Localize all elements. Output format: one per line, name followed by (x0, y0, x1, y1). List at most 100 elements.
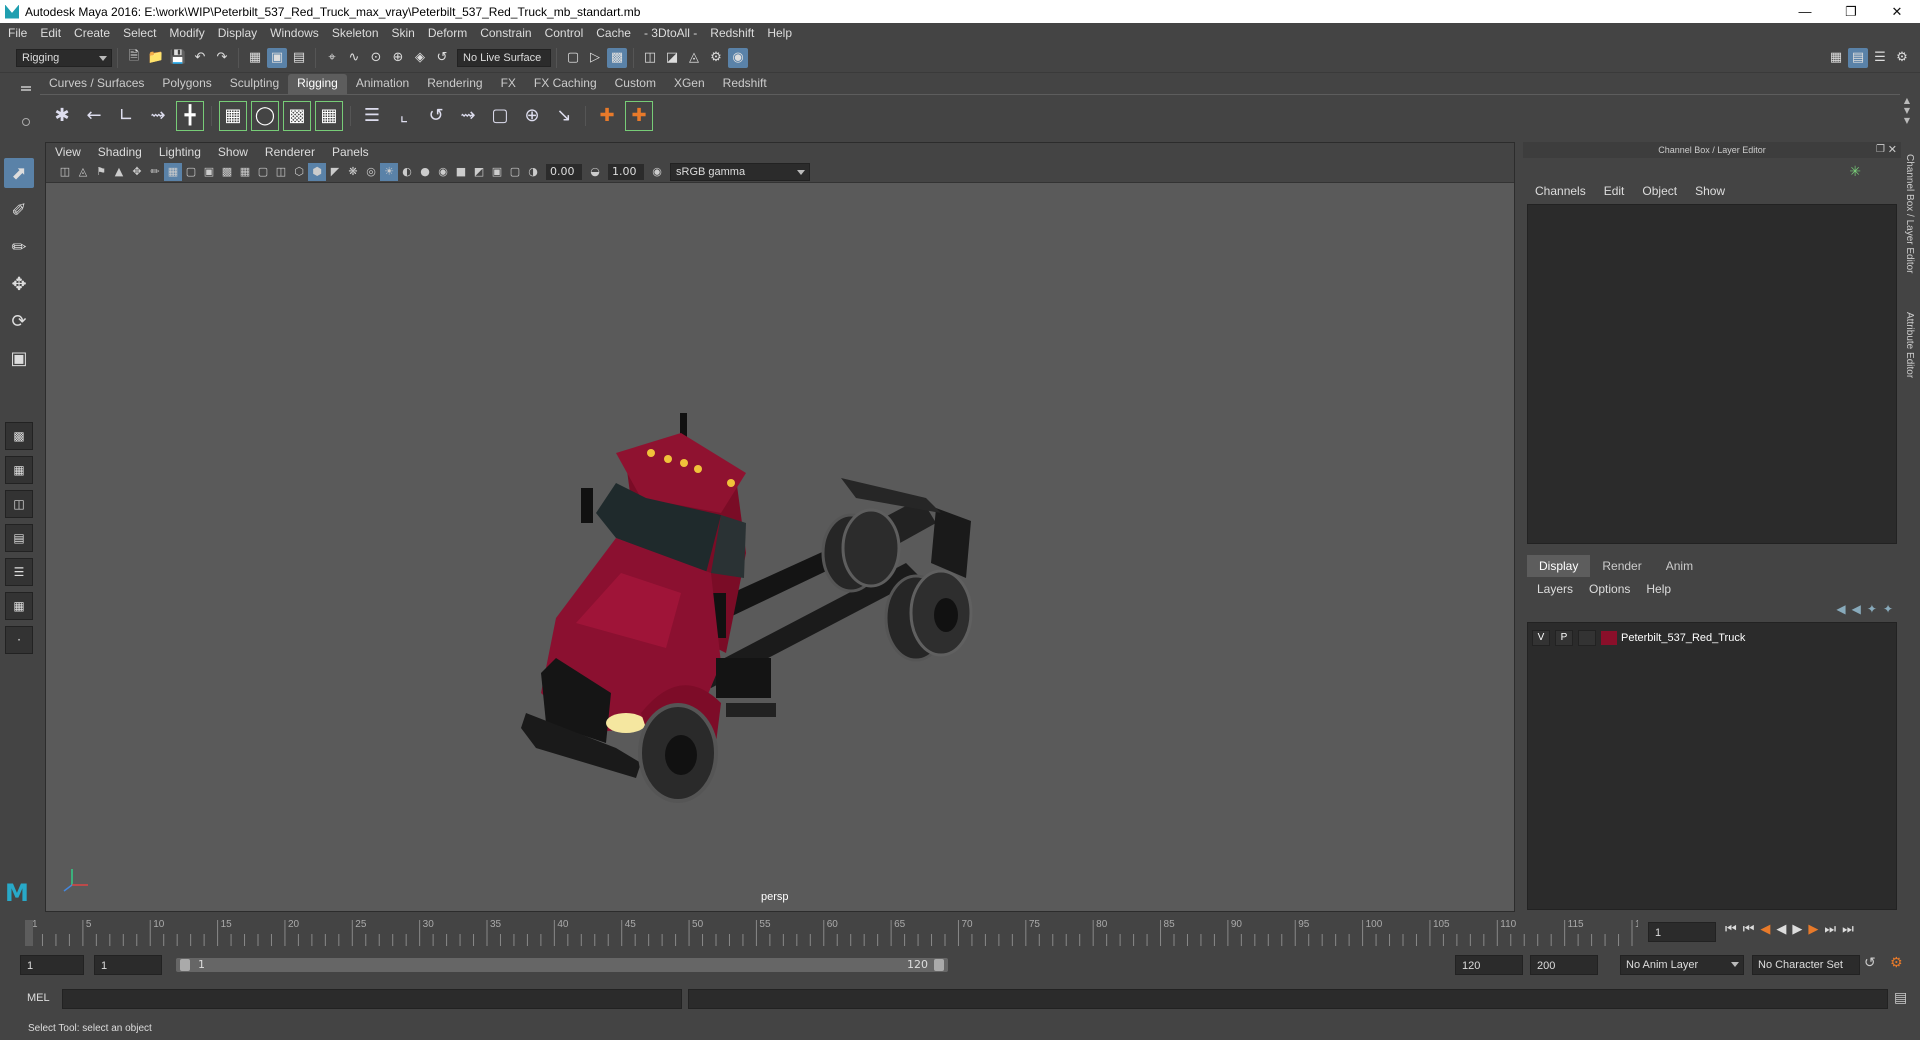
exposure-icon[interactable]: ◑ (524, 163, 542, 181)
safe-title-icon[interactable]: ◫ (272, 163, 290, 181)
current-time-marker[interactable] (25, 920, 33, 946)
menu-3dtoall[interactable]: - 3DtoAll - (644, 26, 697, 40)
single-pane-layout-icon[interactable]: ▩ (5, 422, 33, 450)
scale-tool-icon[interactable]: ▣ (4, 343, 34, 373)
interactive-bind-icon[interactable]: ◯ (251, 100, 279, 131)
hypershade-layout-icon[interactable]: ▦ (5, 592, 33, 620)
scale-constraint-icon[interactable]: ▢ (486, 101, 514, 131)
time-slider[interactable]: 1 5 10 15 20 25 30 35 40 45 50 55 60 65 70 75 80 85 90 95 10… (20, 914, 1638, 946)
restore-icon[interactable]: ❐ (1828, 0, 1874, 23)
command-input[interactable] (62, 989, 682, 1009)
gamma-field[interactable]: 1.00 (608, 163, 644, 180)
side-tab-channel-box[interactable]: Channel Box / Layer Editor (1904, 154, 1915, 274)
play-backward-icon[interactable]: ◀ (1776, 922, 1786, 937)
vp-menu-lighting[interactable]: Lighting (159, 145, 201, 159)
select-component-icon[interactable]: ▤ (289, 48, 309, 68)
axis-gizmo-icon[interactable]: ✳ (1849, 164, 1861, 180)
cb-menu-edit[interactable]: Edit (1604, 184, 1625, 198)
shelf-settings-icon[interactable] (22, 118, 30, 126)
tab-rendering[interactable]: Rendering (418, 74, 491, 94)
auto-key-icon[interactable]: ↺ (1864, 955, 1876, 971)
snap-grid-icon[interactable]: ⌖ (322, 48, 342, 68)
aim-constraint-icon[interactable]: ⊕ (518, 101, 546, 131)
tab-anim[interactable]: Anim (1654, 555, 1705, 577)
cb-menu-channels[interactable]: Channels (1535, 184, 1586, 198)
vp-menu-panels[interactable]: Panels (332, 145, 369, 159)
close-icon[interactable]: ✕ (1874, 0, 1920, 23)
go-to-start-icon[interactable]: ⏮ (1725, 922, 1737, 937)
orient-constraint-icon[interactable]: ↺ (422, 101, 450, 131)
step-forward-icon[interactable]: ⏭ (1824, 922, 1836, 937)
snap-surface-icon[interactable]: ◈ (410, 48, 430, 68)
channel-box-toggle-icon[interactable]: ⚙ (1892, 48, 1912, 68)
menu-cache[interactable]: Cache (596, 26, 631, 40)
joint-tool-icon[interactable]: ✱ (48, 101, 76, 131)
ik-spline-icon[interactable]: ⇝ (144, 101, 172, 131)
cb-menu-object[interactable]: Object (1642, 184, 1677, 198)
cross-icon[interactable]: ✚ (593, 101, 621, 131)
use-all-lights-icon[interactable]: ☀ (380, 162, 398, 181)
step-back-key-icon[interactable]: ◀ (1760, 922, 1770, 937)
animation-prefs-icon[interactable]: ⚙ (1890, 955, 1903, 971)
sdk-icon[interactable]: ✚ (625, 100, 653, 131)
input-ops-icon[interactable]: ▢ (563, 48, 583, 68)
vp-menu-view[interactable]: View (55, 145, 81, 159)
paint-weights-icon[interactable]: ▩ (283, 100, 311, 131)
tab-fx-caching[interactable]: FX Caching (525, 74, 606, 94)
character-set-dropdown[interactable]: No Character Set (1752, 955, 1860, 975)
tab-fx[interactable]: FX (492, 74, 525, 94)
image-plane-icon[interactable]: ▲ (110, 163, 128, 181)
new-layer-selected-icon[interactable]: ✦ (1883, 602, 1893, 616)
current-frame-field[interactable]: 1 (1648, 922, 1716, 942)
grease-pencil-icon[interactable]: ✏ (146, 163, 164, 181)
shadows-icon[interactable]: ◐ (398, 163, 416, 181)
snap-view-icon[interactable]: ⊕ (388, 48, 408, 68)
tab-animation[interactable]: Animation (347, 74, 418, 94)
range-start-handle[interactable] (180, 959, 190, 971)
bind-skin-icon[interactable]: ▦ (219, 100, 247, 131)
anim-layer-dropdown[interactable]: No Anim Layer (1620, 955, 1744, 975)
tab-polygons[interactable]: Polygons (153, 74, 220, 94)
select-object-icon[interactable]: ▣ (267, 47, 287, 68)
range-slider[interactable]: 1 120 (176, 958, 948, 972)
xray-joints-icon[interactable]: ▣ (488, 163, 506, 181)
tool-settings-icon[interactable]: ☰ (1870, 48, 1890, 68)
side-tab-attribute-editor[interactable]: Attribute Editor (1904, 312, 1915, 378)
render-settings-icon[interactable]: ⚙ (706, 48, 726, 68)
playback-start-field[interactable]: 1 (94, 955, 162, 975)
wireframe-on-shaded-icon[interactable]: ◤ (326, 163, 344, 181)
pole-vector-icon[interactable]: ↘ (550, 101, 578, 131)
move-layer-down-icon[interactable]: ◀ (1852, 602, 1861, 616)
bookmark-icon[interactable]: ⚑ (92, 163, 110, 181)
cb-menu-show[interactable]: Show (1695, 184, 1725, 198)
tab-curves-surfaces[interactable]: Curves / Surfaces (40, 74, 153, 94)
select-camera-icon[interactable]: ◫ (56, 163, 74, 181)
layer-playback-toggle[interactable]: P (1555, 630, 1573, 646)
wireframe-icon[interactable]: ⬡ (290, 163, 308, 181)
two-pane-layout-icon[interactable]: ◫ (5, 490, 33, 518)
menu-skeleton[interactable]: Skeleton (332, 26, 379, 40)
four-pane-layout-icon[interactable]: ▦ (5, 456, 33, 484)
menu-skin[interactable]: Skin (392, 26, 415, 40)
more-layouts-icon[interactable]: · (5, 626, 33, 654)
ik-handle-icon[interactable]: ∟ (112, 101, 140, 131)
menu-set-dropdown[interactable]: Rigging (16, 48, 112, 67)
screen-space-ao-icon[interactable]: ● (416, 163, 434, 181)
lattice-icon[interactable]: ▦ (315, 100, 343, 131)
camera-attributes-icon[interactable]: ◬ (74, 163, 92, 181)
open-scene-icon[interactable]: 📁 (146, 48, 166, 68)
resolution-gate-icon[interactable]: ▣ (200, 163, 218, 181)
gamma-icon[interactable]: ◒ (586, 163, 604, 181)
graph-layout-icon[interactable]: ☰ (5, 558, 33, 586)
step-forward-key-icon[interactable]: ▶ (1808, 922, 1818, 937)
anim-start-field[interactable]: 1 (20, 955, 84, 975)
point-constraint-icon[interactable]: ⌞ (390, 101, 418, 131)
range-end-handle[interactable] (934, 959, 944, 971)
go-to-end-icon[interactable]: ⏭ (1842, 922, 1854, 937)
anim-end-field[interactable]: 200 (1530, 955, 1598, 975)
vp-menu-show[interactable]: Show (218, 145, 248, 159)
select-tool-icon[interactable]: ⬈ (4, 158, 34, 188)
snap-curve-icon[interactable]: ∿ (344, 48, 364, 68)
safe-action-icon[interactable]: ▢ (254, 163, 272, 181)
color-management-icon[interactable]: ◉ (648, 163, 666, 181)
